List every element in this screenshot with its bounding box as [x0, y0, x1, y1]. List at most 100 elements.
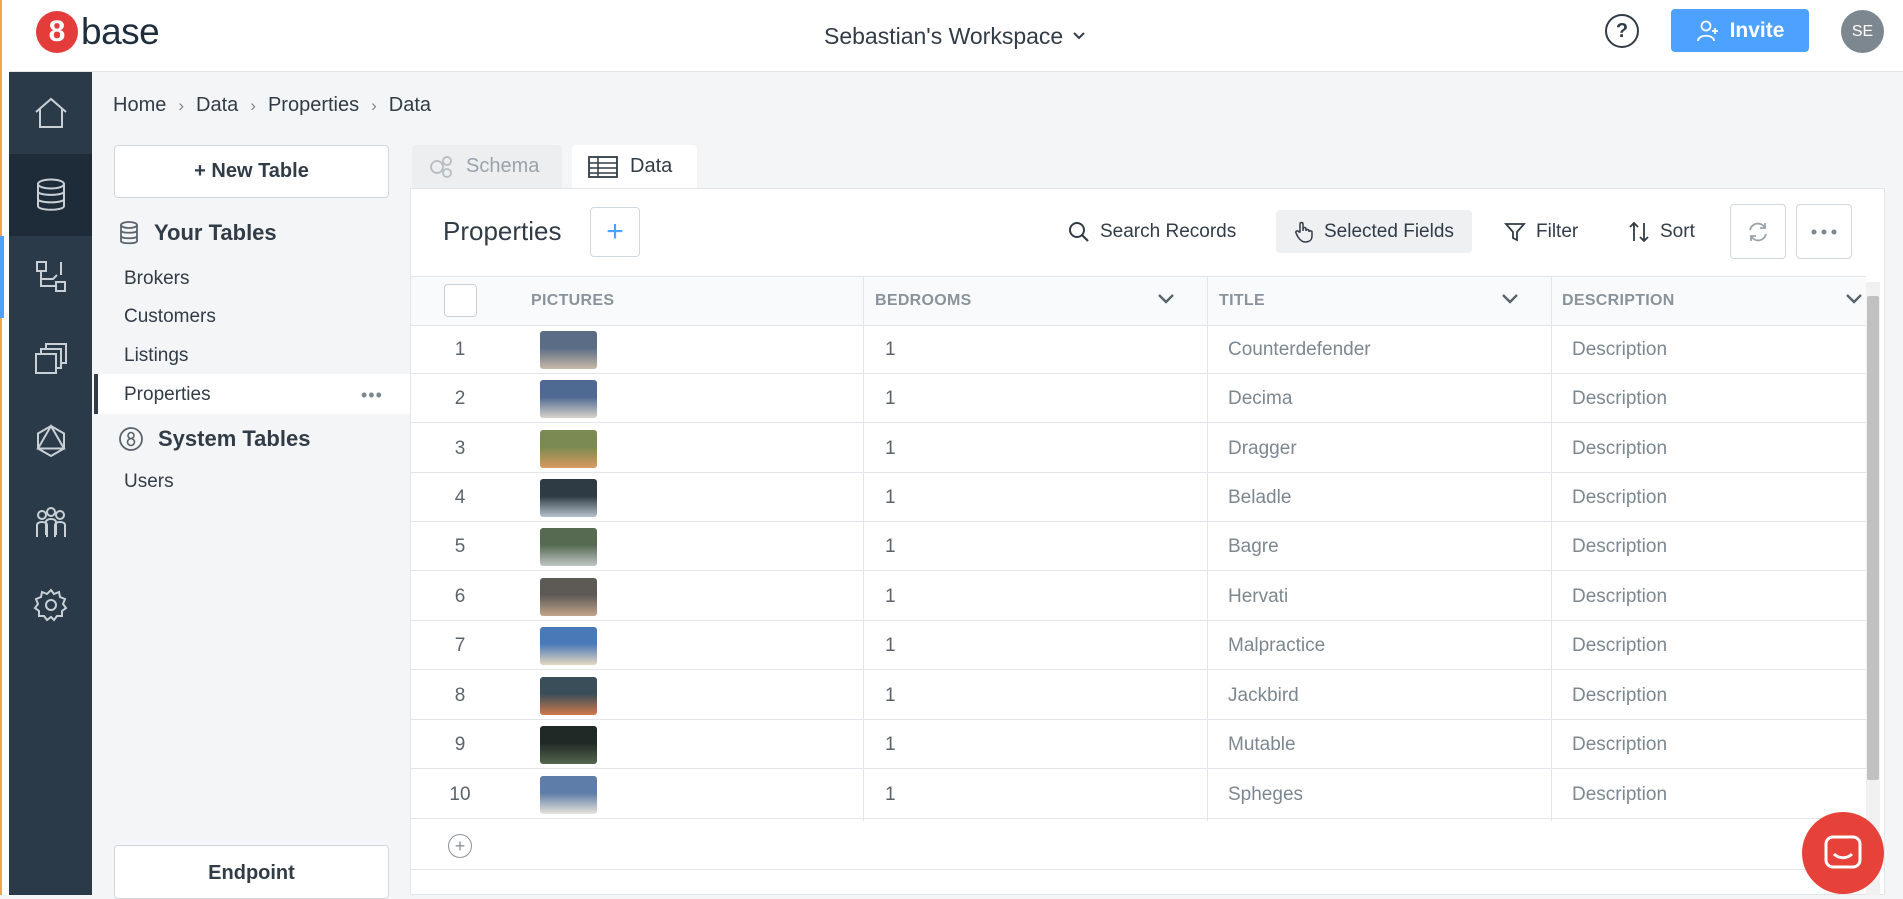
table-row[interactable]: 7 1 Malpractice Description [411, 621, 1866, 670]
breadcrumb-data[interactable]: Data [196, 94, 238, 117]
picture-cell[interactable] [540, 720, 597, 769]
bedrooms-cell[interactable]: 1 [885, 473, 896, 522]
picture-cell[interactable] [540, 671, 597, 720]
breadcrumb-properties[interactable]: Properties [268, 94, 359, 117]
header-bedrooms[interactable]: BEDROOMS [875, 277, 972, 325]
logo[interactable]: 8 base [36, 10, 160, 54]
property-thumbnail[interactable] [540, 527, 597, 566]
table-row[interactable]: 3 1 Dragger Description [411, 424, 1866, 473]
property-thumbnail[interactable] [540, 379, 597, 418]
description-cell[interactable]: Description [1572, 424, 1667, 473]
chat-launcher-button[interactable] [1802, 812, 1884, 894]
table-item-customers[interactable]: Customers [124, 306, 216, 328]
invite-button[interactable]: Invite [1671, 9, 1809, 52]
new-table-button[interactable]: + New Table [114, 145, 389, 198]
property-thumbnail[interactable] [540, 577, 597, 616]
property-thumbnail[interactable] [540, 330, 597, 369]
refresh-button[interactable] [1730, 204, 1786, 259]
description-cell[interactable]: Description [1572, 770, 1667, 819]
property-thumbnail[interactable] [540, 725, 597, 764]
tab-schema[interactable]: Schema [412, 145, 562, 188]
chevron-down-icon[interactable] [1157, 290, 1175, 308]
table-row[interactable]: 8 1 Jackbird Description [411, 671, 1866, 720]
description-cell[interactable]: Description [1572, 522, 1667, 571]
table-row[interactable]: 9 1 Mutable Description [411, 720, 1866, 769]
rail-logic[interactable] [0, 236, 92, 318]
title-cell[interactable]: Counterdefender [1228, 325, 1371, 374]
more-actions-button[interactable] [1796, 204, 1852, 259]
description-cell[interactable]: Description [1572, 621, 1667, 670]
title-cell[interactable]: Malpractice [1228, 621, 1325, 670]
title-cell[interactable]: Decima [1228, 374, 1292, 423]
endpoint-button[interactable]: Endpoint [114, 845, 389, 899]
bedrooms-cell[interactable]: 1 [885, 374, 896, 423]
help-button[interactable]: ? [1605, 14, 1639, 48]
picture-cell[interactable] [540, 522, 597, 571]
bedrooms-cell[interactable]: 1 [885, 424, 896, 473]
rail-home[interactable] [9, 72, 92, 154]
scrollbar-thumb[interactable] [1867, 296, 1879, 780]
bedrooms-cell[interactable]: 1 [885, 621, 896, 670]
table-row[interactable]: 6 1 Hervati Description [411, 572, 1866, 621]
picture-cell[interactable] [540, 770, 597, 819]
table-row[interactable]: 10 1 Spheges Description [411, 770, 1866, 819]
workspace-selector[interactable]: Sebastian's Workspace [824, 18, 1085, 54]
title-cell[interactable]: Jackbird [1228, 671, 1299, 720]
table-item-brokers[interactable]: Brokers [124, 268, 189, 290]
table-row[interactable]: 1 1 Counterdefender Description [411, 325, 1866, 374]
table-row[interactable]: 5 1 Bagre Description [411, 522, 1866, 571]
picture-cell[interactable] [540, 424, 597, 473]
avatar[interactable]: SE [1841, 10, 1884, 53]
title-cell[interactable]: Mutable [1228, 720, 1296, 769]
add-record-button[interactable]: + [590, 207, 640, 257]
chevron-down-icon[interactable] [1845, 290, 1863, 308]
bedrooms-cell[interactable]: 1 [885, 720, 896, 769]
description-cell[interactable]: Description [1572, 671, 1667, 720]
add-row-button[interactable]: + [448, 834, 472, 858]
title-cell[interactable]: Beladle [1228, 473, 1291, 522]
picture-cell[interactable] [540, 621, 597, 670]
title-cell[interactable]: Bagre [1228, 522, 1279, 571]
filter-button[interactable]: Filter [1504, 210, 1578, 253]
breadcrumb-home[interactable]: Home [113, 94, 166, 117]
rail-settings[interactable] [9, 564, 92, 646]
picture-cell[interactable] [540, 325, 597, 374]
property-thumbnail[interactable] [540, 775, 597, 814]
description-cell[interactable]: Description [1572, 572, 1667, 621]
bedrooms-cell[interactable]: 1 [885, 522, 896, 571]
picture-cell[interactable] [540, 572, 597, 621]
property-thumbnail[interactable] [540, 676, 597, 715]
sort-button[interactable]: Sort [1628, 210, 1695, 253]
table-item-properties[interactable]: Properties [124, 384, 211, 406]
table-item-listings[interactable]: Listings [124, 345, 188, 367]
title-cell[interactable]: Hervati [1228, 572, 1288, 621]
rail-team[interactable] [9, 482, 92, 564]
search-records-button[interactable]: Search Records [1068, 210, 1236, 253]
selected-fields-button[interactable]: Selected Fields [1276, 210, 1472, 253]
header-pictures[interactable]: PICTURES [531, 277, 614, 325]
table-item-users[interactable]: Users [124, 471, 174, 493]
title-cell[interactable]: Dragger [1228, 424, 1297, 473]
chevron-down-icon[interactable] [1501, 290, 1519, 308]
description-cell[interactable]: Description [1572, 325, 1667, 374]
description-cell[interactable]: Description [1572, 473, 1667, 522]
property-thumbnail[interactable] [540, 626, 597, 665]
title-cell[interactable]: Spheges [1228, 770, 1303, 819]
header-description[interactable]: DESCRIPTION [1562, 277, 1675, 325]
more-options-icon[interactable]: ••• [361, 385, 383, 406]
picture-cell[interactable] [540, 473, 597, 522]
property-thumbnail[interactable] [540, 478, 597, 517]
select-all-checkbox[interactable] [444, 284, 477, 317]
bedrooms-cell[interactable]: 1 [885, 572, 896, 621]
header-title[interactable]: TITLE [1219, 277, 1265, 325]
description-cell[interactable]: Description [1572, 720, 1667, 769]
description-cell[interactable]: Description [1572, 374, 1667, 423]
property-thumbnail[interactable] [540, 429, 597, 468]
rail-data[interactable] [9, 154, 92, 236]
table-row[interactable]: 4 1 Beladle Description [411, 473, 1866, 522]
bedrooms-cell[interactable]: 1 [885, 770, 896, 819]
rail-pages[interactable] [9, 318, 92, 400]
bedrooms-cell[interactable]: 1 [885, 325, 896, 374]
rail-graphql[interactable] [9, 400, 92, 482]
tab-data[interactable]: Data [572, 145, 697, 188]
